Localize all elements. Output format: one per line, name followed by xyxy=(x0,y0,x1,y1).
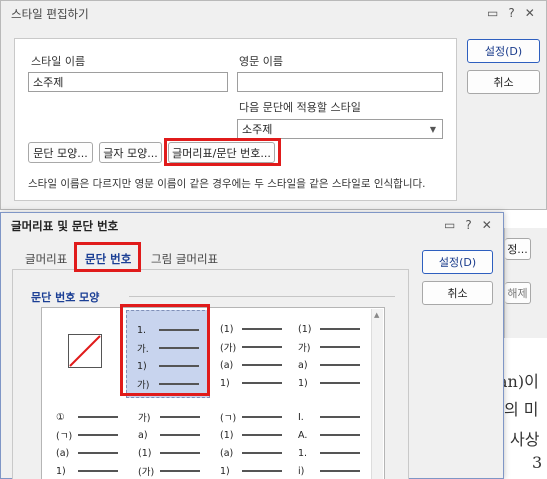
numbering-option[interactable]: I. A. 1. i) xyxy=(292,404,376,479)
marker: (a) xyxy=(220,359,234,371)
numbering-option[interactable]: 가) a) (1) (가) xyxy=(132,404,216,479)
english-name-input[interactable] xyxy=(237,72,443,92)
marker: (1) xyxy=(298,323,312,335)
next-style-value: 소주제 xyxy=(242,123,273,136)
marker: (a) xyxy=(220,447,234,459)
style-dialog-title: 스타일 편집하기 xyxy=(11,7,89,21)
para-shape-button[interactable]: 문단 모양... xyxy=(28,142,93,163)
side-partial-button[interactable]: 정... xyxy=(505,238,531,260)
numbering-option[interactable]: (ㄱ) (1) (a) 1) xyxy=(214,404,298,479)
char-shape-button[interactable]: 글자 모양... xyxy=(99,142,162,163)
section-label: 문단 번호 모양 xyxy=(31,291,100,304)
numbering-option[interactable]: (1) (가) (a) 1) xyxy=(214,310,298,398)
marker: (가) xyxy=(138,467,155,478)
grid-scrollbar[interactable]: ▲ xyxy=(371,309,383,479)
doc-line: an)이 xyxy=(498,372,539,391)
marker: a) xyxy=(138,429,148,441)
tab-bullets[interactable]: 글머리표 xyxy=(25,251,67,267)
help-icon[interactable]: ? xyxy=(508,6,514,20)
help-icon[interactable]: ? xyxy=(465,218,471,232)
numbering-grid: 1. 가. 1) 가) (1) (가) (a) 1) (1) 가) a) 1) … xyxy=(41,304,385,479)
restore-icon[interactable]: ▭ xyxy=(487,6,498,20)
style-cancel-button[interactable]: 취소 xyxy=(467,70,540,94)
marker: (가) xyxy=(220,343,237,354)
marker: (ㄱ) xyxy=(56,431,73,442)
marker: (1) xyxy=(138,447,152,459)
marker: 가) xyxy=(138,413,151,424)
marker: A. xyxy=(298,429,308,441)
side-unset-button[interactable]: 해제 xyxy=(505,282,531,304)
side-panel: 정... 해제 xyxy=(504,228,547,338)
style-dialog-title-buttons: ▭ ? ✕ xyxy=(487,6,535,20)
english-name-label: 영문 이름 xyxy=(239,55,283,68)
next-style-label: 다음 문단에 적용할 스타일 xyxy=(239,101,361,114)
style-name-value: 소주제 xyxy=(33,76,64,89)
scroll-up-icon[interactable]: ▲ xyxy=(374,311,379,319)
option-highlight-box xyxy=(120,304,210,396)
close-icon[interactable]: ✕ xyxy=(525,6,535,20)
style-ok-button[interactable]: 설정(D) xyxy=(467,39,540,63)
bullet-cancel-button[interactable]: 취소 xyxy=(422,281,493,305)
doc-line: 사상 xyxy=(510,430,540,449)
marker: (1) xyxy=(220,429,234,441)
style-note: 스타일 이름은 다르지만 영문 이름이 같은 경우에는 두 스타일을 같은 스타… xyxy=(28,178,426,190)
marker: 1) xyxy=(298,377,308,389)
marker: 1. xyxy=(298,447,308,459)
style-dialog-titlebar: 스타일 편집하기 xyxy=(1,1,546,27)
style-edit-dialog: 스타일 편집하기 ▭ ? ✕ 스타일 이름 소주제 영문 이름 다음 문단에 적… xyxy=(0,0,547,210)
numbering-option[interactable]: ① (ㄱ) (a) 1) xyxy=(46,404,130,479)
marker: (a) xyxy=(56,447,70,459)
next-style-select[interactable]: 소주제 ▼ xyxy=(237,119,443,139)
marker: a) xyxy=(298,359,308,371)
bullet-ok-button[interactable]: 설정(D) xyxy=(422,250,493,274)
marker: 가) xyxy=(298,343,311,354)
highlight-box xyxy=(164,138,281,166)
none-icon xyxy=(68,334,102,368)
marker: (1) xyxy=(220,323,234,335)
marker: 1) xyxy=(220,465,230,477)
restore-icon[interactable]: ▭ xyxy=(444,218,455,232)
tab-picture-bullets[interactable]: 그림 글머리표 xyxy=(151,251,218,267)
marker: I. xyxy=(298,411,304,423)
doc-line: 3 xyxy=(532,453,543,472)
marker: 1) xyxy=(56,465,66,477)
numbering-option-none[interactable] xyxy=(46,310,130,398)
chevron-down-icon: ▼ xyxy=(429,124,436,134)
marker: ① xyxy=(56,411,65,423)
bullet-dialog-titlebar: 글머리표 및 문단 번호 xyxy=(1,213,503,239)
marker: 1) xyxy=(220,377,230,389)
marker: (ㄱ) xyxy=(220,413,237,424)
style-name-input[interactable]: 소주제 xyxy=(28,72,228,92)
doc-line: 의 미 xyxy=(504,400,539,419)
style-name-label: 스타일 이름 xyxy=(31,55,86,68)
tab-highlight-box xyxy=(74,242,141,272)
bullet-dialog-title-buttons: ▭ ? ✕ xyxy=(444,218,492,232)
bullet-dialog-title: 글머리표 및 문단 번호 xyxy=(11,219,119,233)
section-divider xyxy=(129,296,395,297)
numbering-option[interactable]: (1) 가) a) 1) xyxy=(292,310,376,398)
marker: i) xyxy=(298,465,305,477)
close-icon[interactable]: ✕ xyxy=(482,218,492,232)
bullet-numbering-dialog: 글머리표 및 문단 번호 ▭ ? ✕ 글머리표 문단 번호 그림 글머리표 문단… xyxy=(0,212,504,479)
